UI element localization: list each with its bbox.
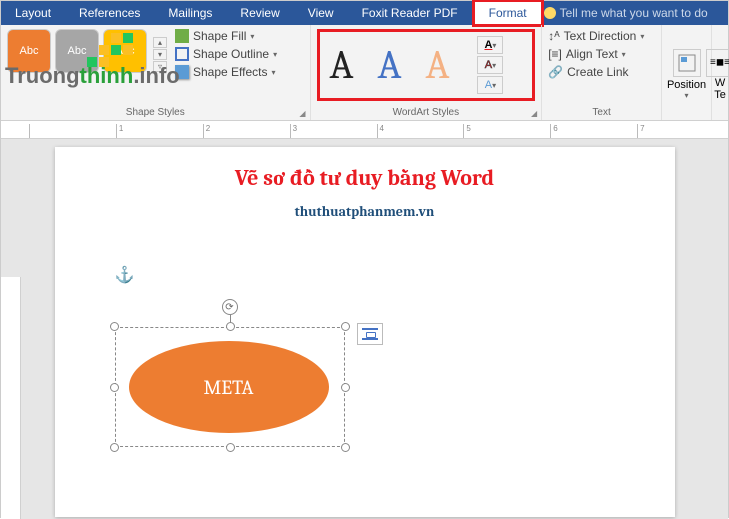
resize-handle-t[interactable] bbox=[226, 322, 235, 331]
chevron-down-icon: ▾ bbox=[272, 68, 276, 77]
text-effects-button[interactable]: A ▾ bbox=[477, 76, 503, 94]
chevron-down-icon: ▾ bbox=[685, 91, 689, 100]
group-wordart-styles: A A A A ▾ A ▾ A ▾ WordArt Styles ◢ bbox=[311, 25, 543, 120]
shape-tools-column: Shape Fill ▾ Shape Outline ▾ Shape Effec… bbox=[175, 29, 277, 79]
rotate-handle[interactable]: ⟳ bbox=[222, 299, 238, 315]
tab-format[interactable]: Format bbox=[472, 0, 544, 27]
tell-me-search[interactable]: Tell me what you want to do bbox=[544, 6, 708, 20]
tab-layout[interactable]: Layout bbox=[1, 2, 65, 24]
shape-fill-label: Shape Fill bbox=[193, 29, 246, 43]
position-icon bbox=[677, 53, 697, 73]
group-label-shape-styles: Shape Styles bbox=[1, 107, 310, 118]
selected-shape-container[interactable]: ⟳ META bbox=[115, 327, 345, 447]
create-link-label: Create Link bbox=[567, 65, 628, 79]
chevron-down-icon: ▾ bbox=[273, 50, 277, 59]
ellipse-shape[interactable]: META bbox=[129, 341, 329, 433]
resize-handle-b[interactable] bbox=[226, 443, 235, 452]
align-text-button[interactable]: [≡] Align Text▾ bbox=[548, 47, 655, 61]
tab-mailings[interactable]: Mailings bbox=[154, 2, 226, 24]
watermark-text: Truongthinh.info bbox=[5, 63, 180, 89]
lightbulb-icon bbox=[544, 7, 556, 19]
shape-outline-button[interactable]: Shape Outline ▾ bbox=[175, 47, 277, 61]
create-link-button[interactable]: 🔗 Create Link bbox=[548, 65, 655, 79]
shape-effects-button[interactable]: Shape Effects ▾ bbox=[175, 65, 277, 79]
resize-handle-tr[interactable] bbox=[341, 322, 350, 331]
resize-handle-l[interactable] bbox=[110, 383, 119, 392]
group-text: ↕ᴬ Text Direction▾ [≡] Align Text▾ 🔗 Cre… bbox=[542, 25, 662, 120]
wordart-gallery[interactable]: A A A A ▾ A ▾ A ▾ bbox=[317, 29, 536, 101]
align-text-icon: [≡] bbox=[548, 47, 562, 61]
tab-review[interactable]: Review bbox=[226, 2, 293, 24]
text-outline-button[interactable]: A ▾ bbox=[477, 56, 503, 74]
text-direction-icon: ↕ᴬ bbox=[548, 29, 559, 43]
document-workspace: Vẽ sơ đồ tư duy bằng Word thuthuatphanme… bbox=[1, 139, 728, 519]
resize-handle-tl[interactable] bbox=[110, 322, 119, 331]
wrap-text-button[interactable]: ≡◼≡ bbox=[706, 49, 729, 77]
tab-foxit[interactable]: Foxit Reader PDF bbox=[348, 2, 472, 24]
doc-title[interactable]: Vẽ sơ đồ tư duy bằng Word bbox=[95, 165, 635, 191]
horizontal-ruler[interactable]: 1 2 3 4 5 6 7 bbox=[1, 121, 728, 139]
shape-text[interactable]: META bbox=[203, 376, 253, 399]
group-label-wordart: WordArt Styles bbox=[311, 107, 542, 118]
ribbon-tab-bar: Layout References Mailings Review View F… bbox=[1, 1, 728, 25]
text-direction-label: Text Direction bbox=[564, 29, 637, 43]
text-fill-button[interactable]: A ▾ bbox=[477, 36, 503, 54]
wrap-label-1: W bbox=[715, 77, 725, 89]
tell-me-label: Tell me what you want to do bbox=[560, 6, 708, 20]
resize-handle-r[interactable] bbox=[341, 383, 350, 392]
bucket-icon bbox=[175, 29, 189, 43]
resize-handle-bl[interactable] bbox=[110, 443, 119, 452]
wordart-style-2[interactable]: A bbox=[378, 42, 402, 88]
layout-options-button[interactable] bbox=[357, 323, 383, 345]
position-label: Position bbox=[667, 79, 706, 91]
align-text-label: Align Text bbox=[566, 47, 618, 61]
wrap-icon: ≡◼≡ bbox=[710, 57, 729, 68]
shape-outline-label: Shape Outline bbox=[193, 47, 269, 61]
position-button[interactable] bbox=[673, 49, 701, 77]
anchor-icon[interactable]: ⚓ bbox=[115, 265, 135, 285]
group-label-text: Text bbox=[542, 107, 661, 118]
pen-icon bbox=[175, 47, 189, 61]
document-page[interactable]: Vẽ sơ đồ tư duy bằng Word thuthuatphanme… bbox=[55, 147, 675, 517]
wordart-style-3[interactable]: A bbox=[425, 42, 449, 88]
group-wrap-partial: ≡◼≡ W Te bbox=[712, 25, 728, 120]
tab-references[interactable]: References bbox=[65, 2, 154, 24]
wordart-style-1[interactable]: A bbox=[330, 42, 354, 88]
wordart-side-tools: A ▾ A ▾ A ▾ bbox=[477, 36, 503, 94]
layout-options-icon bbox=[362, 328, 378, 340]
tab-view[interactable]: View bbox=[294, 2, 348, 24]
doc-subtitle[interactable]: thuthuatphanmem.vn bbox=[95, 203, 635, 220]
dialog-launcher-wordart[interactable]: ◢ bbox=[531, 109, 537, 118]
chevron-down-icon: ▾ bbox=[250, 32, 254, 41]
text-direction-button[interactable]: ↕ᴬ Text Direction▾ bbox=[548, 29, 655, 43]
group-arrange: Position ▾ bbox=[662, 25, 712, 120]
shape-fill-button[interactable]: Shape Fill ▾ bbox=[175, 29, 277, 43]
resize-handle-br[interactable] bbox=[341, 443, 350, 452]
link-icon: 🔗 bbox=[548, 65, 563, 79]
vertical-ruler[interactable] bbox=[1, 277, 21, 519]
shape-effects-label: Shape Effects bbox=[193, 65, 268, 79]
wrap-label-2: Te bbox=[714, 89, 726, 101]
dialog-launcher-shape[interactable]: ◢ bbox=[299, 109, 305, 118]
